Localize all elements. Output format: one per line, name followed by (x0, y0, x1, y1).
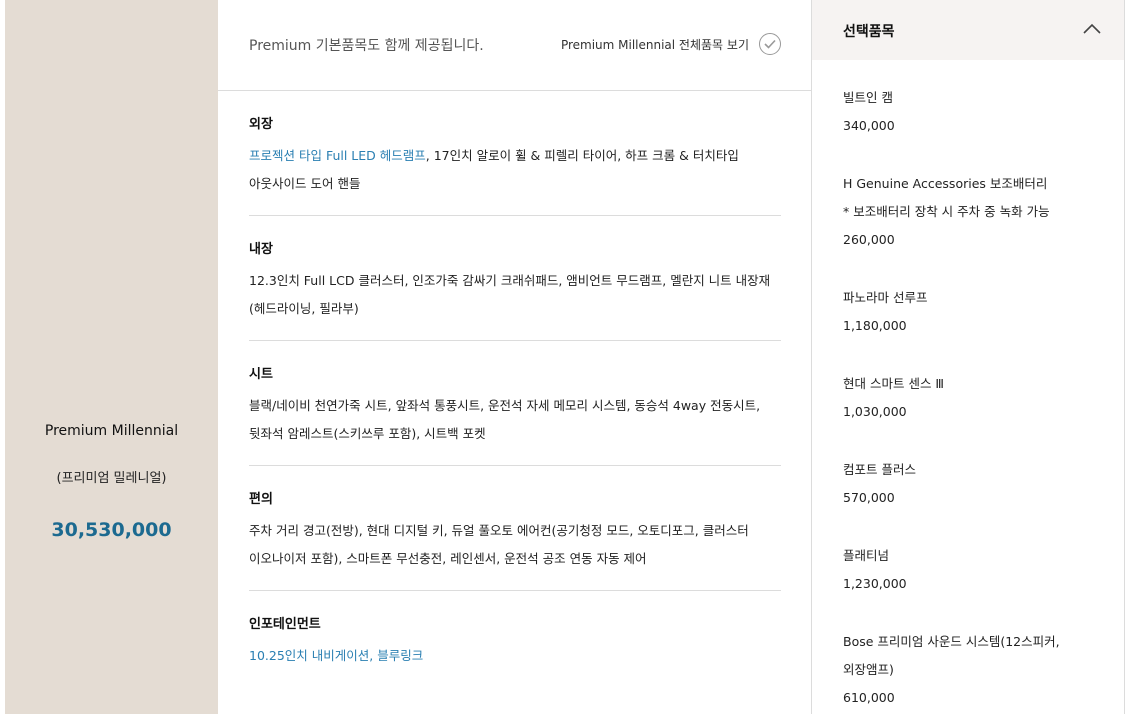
option-item: H Genuine Accessories 보조배터리 * 보조배터리 장착 시… (843, 170, 1103, 254)
feature-text: 주차 거리 경고(전방), 현대 디지털 키, 듀얼 풀오토 에어컨(공기청정 … (249, 523, 749, 538)
section-body: 블랙/네이비 천연가죽 시트, 앞좌석 통풍시트, 운전석 자세 메모리 시스템… (249, 392, 781, 448)
option-price: 1,230,000 (843, 576, 907, 591)
option-price: 1,030,000 (843, 404, 907, 419)
option-name: 컴포트 플러스 (843, 462, 916, 477)
section-interior: 내장 12.3인치 Full LCD 클러스터, 인조가죽 감싸기 크래쉬패드,… (249, 241, 781, 341)
header-note: Premium 기본품목도 함께 제공됩니다. (249, 38, 484, 54)
option-name-line2: 외장앰프) (843, 662, 894, 677)
section-body: 10.25인치 내비게이션, 블루링크 (249, 642, 781, 670)
feature-text: 아웃사이드 도어 핸들 (249, 176, 361, 191)
trim-price: 30,530,000 (51, 519, 172, 541)
option-item: 파노라마 선루프 1,180,000 (843, 284, 1103, 340)
option-item: Bose 프리미엄 사운드 시스템(12스피커, 외장앰프) 610,000 (843, 628, 1103, 712)
feature-text: 이오나이저 포함), 스마트폰 무선충전, 레인센서, 운전석 공조 연동 자동… (249, 551, 647, 566)
trim-name: Premium Millennial (44, 423, 179, 439)
feature-text: 블랙/네이비 천연가죽 시트, 앞좌석 통풍시트, 운전석 자세 메모리 시스템… (249, 398, 761, 413)
option-price: 1,180,000 (843, 318, 907, 333)
option-name: Bose 프리미엄 사운드 시스템(12스피커, (843, 634, 1060, 649)
section-body: 프로젝션 타입 Full LED 헤드램프, 17인치 알로이 휠 & 피렐리 … (249, 142, 781, 198)
selected-options-panel: 선택품목 빌트인 캠 340,000 H Genuine Accessories… (811, 0, 1125, 714)
section-convenience: 편의 주차 거리 경고(전방), 현대 디지털 키, 듀얼 풀오토 에어컨(공기… (249, 491, 781, 591)
view-all-label: Premium Millennial 전체품목 보기 (560, 37, 749, 52)
option-price: 260,000 (843, 232, 895, 247)
option-item: 빌트인 캠 340,000 (843, 84, 1103, 140)
feature-text: (헤드라이닝, 필라부) (249, 301, 359, 316)
feature-text: , 17인치 알로이 휠 & 피렐리 타이어, 하프 크롬 & 터치타입 (425, 148, 739, 163)
option-price: 610,000 (843, 690, 895, 705)
feature-text: 뒷좌석 암레스트(스키쓰루 포함), 시트백 포켓 (249, 426, 486, 441)
section-title: 외장 (249, 117, 273, 132)
view-all-features-button[interactable]: Premium Millennial 전체품목 보기 (561, 33, 781, 55)
option-item: 플래티넘 1,230,000 (843, 542, 1103, 598)
trim-name-korean: (프리미엄 밀레니얼) (56, 471, 167, 486)
selected-options-title: 선택품목 (843, 24, 895, 40)
option-price: 570,000 (843, 490, 895, 505)
section-infotainment: 인포테인먼트 10.25인치 내비게이션, 블루링크 (249, 616, 781, 686)
collapse-button[interactable] (1078, 14, 1106, 42)
chevron-up-icon (1083, 23, 1101, 34)
highlight-feature-link[interactable]: 10.25인치 내비게이션, 블루링크 (249, 642, 781, 670)
section-body: 주차 거리 경고(전방), 현대 디지털 키, 듀얼 풀오토 에어컨(공기청정 … (249, 517, 781, 573)
option-note: * 보조배터리 장착 시 주차 중 녹화 가능 (843, 204, 1050, 219)
standard-features-panel: Premium 기본품목도 함께 제공됩니다. Premium Millenni… (218, 0, 811, 714)
section-exterior: 외장 프로젝션 타입 Full LED 헤드램프, 17인치 알로이 휠 & 피… (249, 116, 781, 216)
check-circle-icon (759, 33, 781, 55)
option-name: H Genuine Accessories 보조배터리 (843, 176, 1048, 191)
option-name: 파노라마 선루프 (843, 290, 928, 305)
option-price: 340,000 (843, 118, 895, 133)
option-item: 컴포트 플러스 570,000 (843, 456, 1103, 512)
feature-text: 12.3인치 Full LCD 클러스터, 인조가죽 감싸기 크래쉬패드, 앰비… (249, 273, 771, 288)
section-title: 인포테인먼트 (249, 617, 321, 632)
option-name: 현대 스마트 센스 Ⅲ (843, 376, 945, 391)
section-seats: 시트 블랙/네이비 천연가죽 시트, 앞좌석 통풍시트, 운전석 자세 메모리 … (249, 366, 781, 466)
section-title: 편의 (249, 492, 273, 507)
features-header: Premium 기본품목도 함께 제공됩니다. Premium Millenni… (218, 0, 811, 91)
section-body: 12.3인치 Full LCD 클러스터, 인조가죽 감싸기 크래쉬패드, 앰비… (249, 267, 781, 323)
section-title: 시트 (249, 367, 273, 382)
option-name: 빌트인 캠 (843, 90, 893, 105)
selected-options-header: 선택품목 (812, 0, 1124, 60)
trim-summary-panel: Premium Millennial (프리미엄 밀레니얼) 30,530,00… (5, 0, 218, 714)
highlight-feature-link[interactable]: 프로젝션 타입 Full LED 헤드램프 (249, 148, 426, 163)
option-name: 플래티넘 (843, 548, 890, 563)
section-title: 내장 (249, 242, 273, 257)
option-item: 현대 스마트 센스 Ⅲ 1,030,000 (843, 370, 1103, 426)
